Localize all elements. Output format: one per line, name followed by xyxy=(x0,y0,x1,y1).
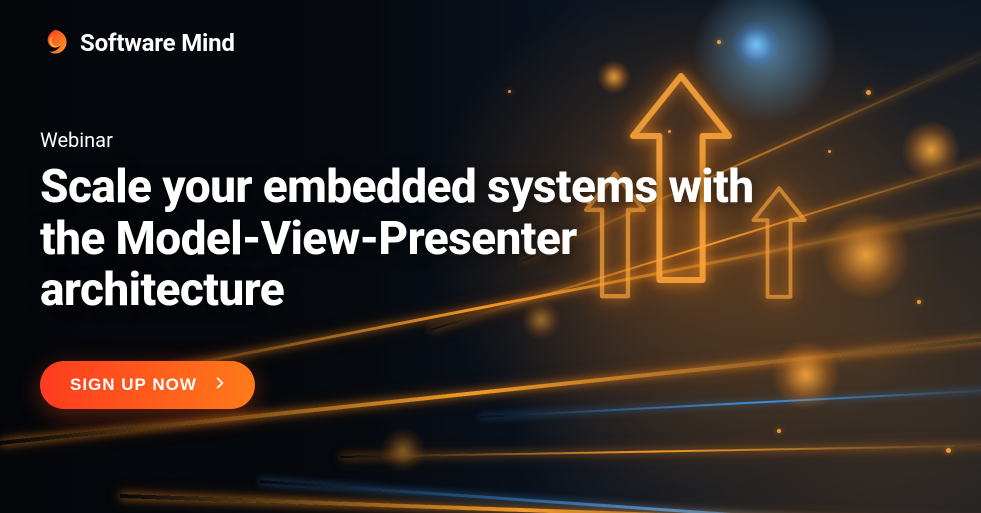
webinar-hero-banner: Software Mind Webinar Scale your embedde… xyxy=(0,0,981,513)
eyebrow-label: Webinar xyxy=(40,128,941,152)
chevron-right-icon xyxy=(213,376,227,394)
brand-name: Software Mind xyxy=(80,29,235,57)
sign-up-button[interactable]: SIGN UP NOW xyxy=(40,361,255,409)
brand-logo: Software Mind xyxy=(40,28,941,58)
headline: Scale your embedded systems with the Mod… xyxy=(40,162,760,317)
brand-logo-icon xyxy=(40,28,70,58)
cta-label: SIGN UP NOW xyxy=(70,375,197,395)
content-layer: Software Mind Webinar Scale your embedde… xyxy=(0,0,981,513)
